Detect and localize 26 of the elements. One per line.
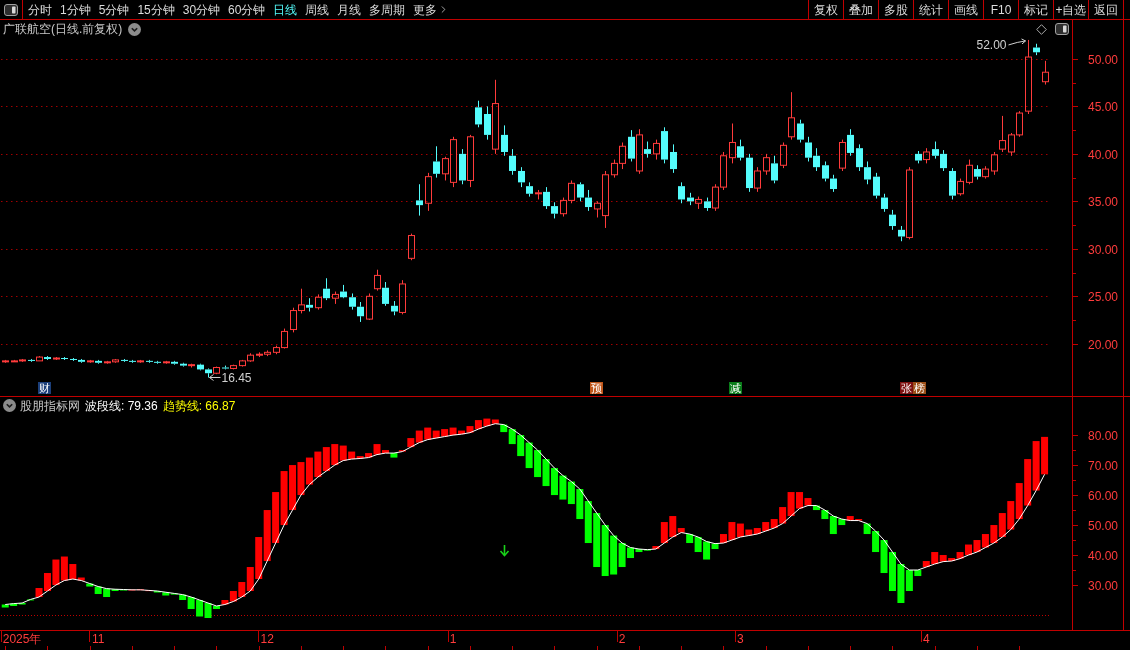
axis-label: 60.00 — [1088, 489, 1119, 503]
axis-label: 70.00 — [1088, 459, 1119, 473]
date-label: 12 — [260, 632, 274, 646]
axis-label: 30.00 — [1088, 243, 1119, 257]
axis-label: 30.00 — [1088, 579, 1119, 593]
axis-label: 35.00 — [1088, 195, 1119, 209]
date-label: 2 — [618, 632, 626, 646]
indicator-name: 股朋指标网 — [20, 399, 80, 412]
axis-label: 50.00 — [1088, 53, 1119, 67]
date-label: 2025年 — [2, 632, 42, 646]
high-price-label: 52.00 — [976, 37, 1007, 52]
axis-label: 40.00 — [1088, 148, 1119, 162]
axis-label: 45.00 — [1088, 100, 1119, 114]
axis-label: 40.00 — [1088, 549, 1119, 563]
axis-label: 50.00 — [1088, 519, 1119, 533]
legend-label: 趋势线: 66.87 — [162, 399, 236, 412]
low-price-label: 16.45 — [221, 371, 252, 386]
axis-label: 25.00 — [1088, 290, 1119, 304]
date-label: 4 — [922, 632, 930, 646]
date-label: 3 — [737, 632, 744, 646]
axis-label: 20.00 — [1088, 338, 1119, 352]
chart-title: 广联航空(日线.前复权) — [3, 23, 123, 35]
date-label: 1 — [449, 632, 457, 646]
legend-label: 波段线: 79.36 — [85, 399, 158, 412]
axis-label: 80.00 — [1088, 429, 1119, 443]
date-label: 11 — [91, 632, 105, 646]
